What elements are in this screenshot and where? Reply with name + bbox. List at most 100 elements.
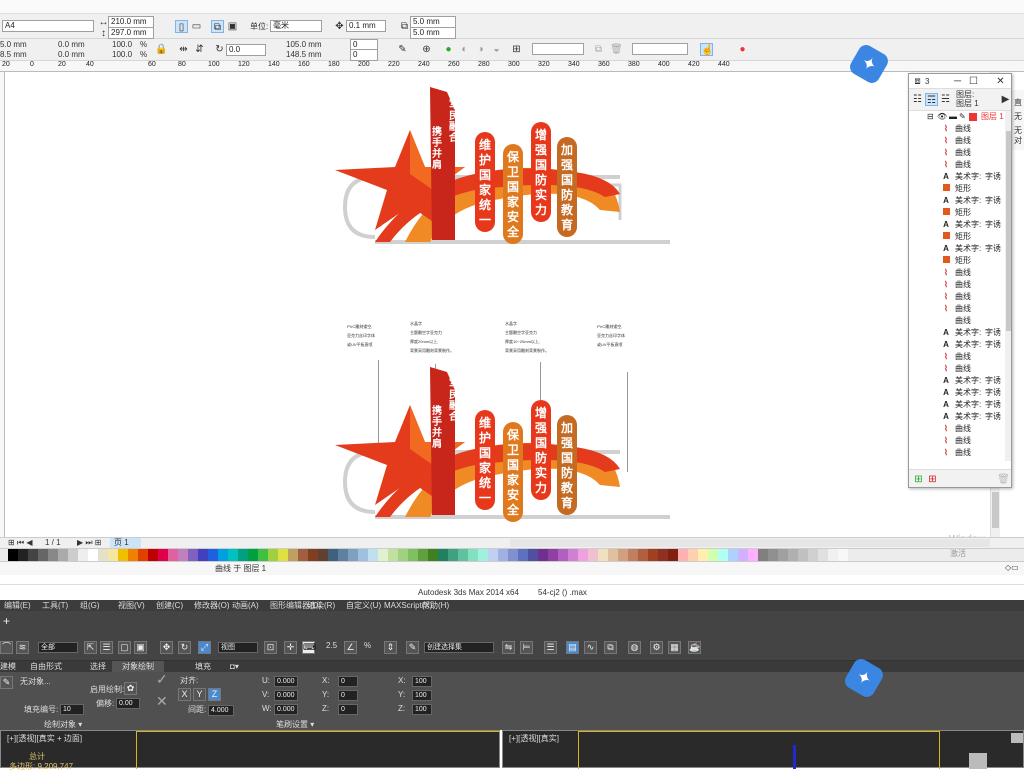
canvas-vscroll-thumb[interactable]: [992, 492, 999, 528]
color-swatch[interactable]: [388, 549, 398, 561]
ry-input[interactable]: 0: [338, 690, 358, 701]
color-swatch[interactable]: [678, 549, 688, 561]
color-swatch[interactable]: [48, 549, 58, 561]
sx-input[interactable]: 100: [412, 676, 432, 687]
color-swatch[interactable]: [378, 549, 388, 561]
color-swatch[interactable]: [8, 549, 18, 561]
list-item[interactable]: ⌇ 曲线: [909, 303, 1011, 315]
color-swatch[interactable]: [548, 549, 558, 561]
color-balls-icon[interactable]: ●: [736, 43, 749, 56]
color-swatch[interactable]: [428, 549, 438, 561]
list-item[interactable]: A 美术字: 字诱: [909, 387, 1011, 399]
maximize-icon[interactable]: ☐: [967, 75, 980, 88]
color-swatch[interactable]: [708, 549, 718, 561]
edit-icon[interactable]: ✎: [959, 111, 966, 123]
tab-freeform[interactable]: 自由形式: [30, 661, 62, 672]
list-item[interactable]: ⌇ 曲线: [909, 123, 1011, 135]
color-swatch[interactable]: [838, 549, 848, 561]
list-item[interactable]: ⌇ 曲线: [909, 363, 1011, 375]
max-menu-item[interactable]: 动画(A): [232, 600, 259, 611]
rz-input[interactable]: 0: [338, 704, 358, 715]
left-viewport-label[interactable]: [+][透视][真实 + 边面]: [7, 733, 82, 744]
color-swatch[interactable]: [128, 549, 138, 561]
plus-icon[interactable]: +: [0, 615, 13, 629]
panel-vscroll-thumb[interactable]: [1006, 131, 1011, 331]
color-swatch[interactable]: [508, 549, 518, 561]
hscrollbar[interactable]: [510, 539, 990, 547]
schematic-icon[interactable]: ⧉: [604, 641, 617, 654]
color-swatch[interactable]: [298, 549, 308, 561]
manipulate-icon[interactable]: ✛: [284, 641, 297, 654]
material-editor-icon[interactable]: ◍: [628, 641, 641, 654]
sy-input[interactable]: 100: [412, 690, 432, 701]
color-swatch[interactable]: [768, 549, 778, 561]
max-menu-item[interactable]: 自定义(U): [346, 600, 381, 611]
color-swatch[interactable]: [438, 549, 448, 561]
offset-input[interactable]: 0.00: [116, 698, 140, 709]
color-swatch[interactable]: [398, 549, 408, 561]
list-item[interactable]: 矩形: [909, 183, 1011, 195]
layers-icon[interactable]: ☷: [911, 93, 924, 106]
color-swatch[interactable]: [208, 549, 218, 561]
color-swatch[interactable]: [288, 549, 298, 561]
color-swatch[interactable]: [538, 549, 548, 561]
render-setup-icon[interactable]: ⚙: [650, 641, 663, 654]
color-swatch[interactable]: [478, 549, 488, 561]
snap-label[interactable]: 2.5: [326, 640, 337, 651]
color-swatch[interactable]: [148, 549, 158, 561]
page-tab[interactable]: 页 1: [110, 538, 141, 548]
palette-swatches[interactable]: [8, 549, 848, 561]
list-item[interactable]: ⌇ 曲线: [909, 159, 1011, 171]
tab-options-icon[interactable]: ◘▾: [230, 661, 239, 672]
all-pages-icon[interactable]: ⧉: [211, 20, 224, 33]
lock-icon[interactable]: 🔒: [155, 43, 168, 56]
layer-explorer-icon[interactable]: ☰: [544, 641, 557, 654]
color-swatch[interactable]: [808, 549, 818, 561]
select-by-name-icon[interactable]: ☰: [100, 641, 113, 654]
viewport-cube-mini-icon[interactable]: [1011, 733, 1023, 743]
section-brush-settings[interactable]: 笔刷设置 ▾: [276, 719, 314, 730]
u-input[interactable]: 0.000: [274, 676, 298, 687]
tab-modeling[interactable]: 建模: [0, 661, 16, 672]
right-viewport-label[interactable]: [+][透视][真实]: [509, 733, 559, 744]
view-select[interactable]: 视图: [218, 642, 258, 653]
color-swatch[interactable]: [228, 549, 238, 561]
scale-icon[interactable]: ⤢: [198, 641, 211, 654]
next-page-icon[interactable]: ▶ ⏭ ⊞: [77, 538, 102, 548]
list-item[interactable]: ⌇ 曲线: [909, 435, 1011, 447]
eye-icon[interactable]: 👁: [937, 111, 947, 123]
mirror-icon[interactable]: ⇋: [502, 641, 515, 654]
render-frame-icon[interactable]: ▦: [668, 641, 681, 654]
close-icon[interactable]: ✕: [994, 75, 1007, 88]
color-swatch[interactable]: [628, 549, 638, 561]
color-swatch[interactable]: [348, 549, 358, 561]
trash-icon[interactable]: 🗑: [610, 43, 623, 56]
color-swatch[interactable]: [758, 549, 768, 561]
max-menu-item[interactable]: 工具(T): [42, 600, 68, 611]
nudge-input[interactable]: 0.1 mm: [346, 20, 386, 32]
pct-snap-label[interactable]: %: [364, 640, 371, 651]
edit-selset-icon[interactable]: ✎: [406, 641, 419, 654]
list-item[interactable]: A 美术字: 字诱: [909, 399, 1011, 411]
viewcube-icon[interactable]: [969, 753, 987, 769]
rx-input[interactable]: 0: [338, 676, 358, 687]
color-swatch[interactable]: [778, 549, 788, 561]
pivot-icon[interactable]: ⊡: [264, 641, 277, 654]
color-swatch[interactable]: [188, 549, 198, 561]
color-swatch[interactable]: [248, 549, 258, 561]
layer-row[interactable]: ⊟ 👁 ▬ ✎ 图层 1: [909, 111, 1011, 123]
panel-vscrollbar[interactable]: [1005, 111, 1011, 461]
list-item[interactable]: A 美术字: 字诱: [909, 243, 1011, 255]
mirror-h-icon[interactable]: ⇹: [177, 43, 190, 56]
color-swatch[interactable]: [58, 549, 68, 561]
green-dot-icon[interactable]: ●: [442, 43, 455, 56]
page-size-select[interactable]: A4: [2, 20, 94, 32]
list-item[interactable]: A 美术字: 字诱: [909, 219, 1011, 231]
print-icon[interactable]: ▬: [949, 111, 957, 123]
current-page-icon[interactable]: ▣: [226, 20, 239, 33]
color-swatch[interactable]: [488, 549, 498, 561]
color-swatch[interactable]: [198, 549, 208, 561]
move-icon[interactable]: ✥: [160, 641, 173, 654]
copy-icon[interactable]: ⧉: [592, 43, 605, 56]
list-item[interactable]: A 美术字: 字诱: [909, 195, 1011, 207]
